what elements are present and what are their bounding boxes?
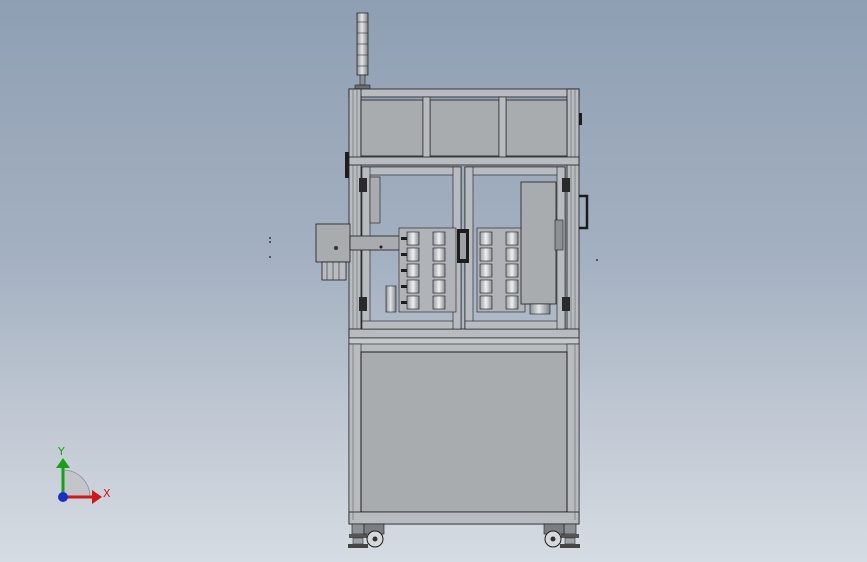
roller — [479, 263, 493, 278]
casters — [348, 523, 580, 548]
roller — [432, 263, 446, 278]
roller — [432, 247, 446, 262]
roller — [479, 295, 493, 310]
signal-tower-light — [354, 12, 371, 90]
roller — [432, 295, 446, 310]
triad-y-label: Y — [57, 445, 65, 458]
lower-cabinet — [348, 337, 580, 525]
triad-x-arrow — [92, 490, 102, 504]
triad-x-label: X — [103, 487, 111, 500]
roller — [479, 279, 493, 294]
roller — [406, 231, 420, 246]
roller — [406, 263, 420, 278]
side-handle — [579, 194, 589, 230]
roller-bracket — [401, 269, 407, 272]
roller — [479, 247, 493, 262]
roller — [432, 231, 446, 246]
roller — [505, 279, 519, 294]
roller — [406, 295, 420, 310]
roller-bracket — [401, 285, 407, 288]
cad-graphics-viewport[interactable]: Y X — [0, 0, 867, 562]
coordinate-triad: Y X — [56, 445, 111, 504]
roller — [505, 295, 519, 310]
roller — [505, 263, 519, 278]
roller-bracket — [401, 237, 407, 240]
roller — [432, 279, 446, 294]
roller — [505, 247, 519, 262]
roller-bracket — [401, 301, 407, 304]
machine-model-drawing[interactable]: Y X — [0, 0, 867, 562]
triad-y-arrow — [56, 458, 70, 468]
roller-bracket — [401, 253, 407, 256]
roller — [406, 279, 420, 294]
roller — [406, 247, 420, 262]
triad-plane-indicator — [62, 469, 91, 498]
roller — [505, 231, 519, 246]
control-box — [520, 181, 557, 305]
triad-z-axis — [58, 492, 68, 502]
roller — [479, 231, 493, 246]
